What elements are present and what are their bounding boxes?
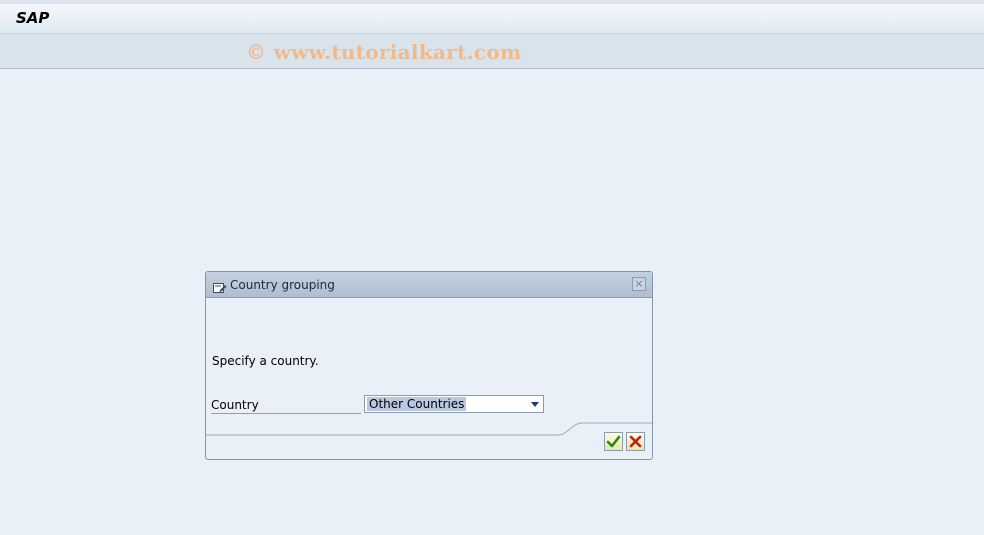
title-bar: SAP [0, 0, 984, 34]
chevron-down-icon[interactable] [531, 402, 539, 407]
country-select[interactable]: Other Countries [364, 395, 544, 413]
dialog-header[interactable]: Country grouping × [206, 272, 652, 298]
dialog-title: Country grouping [230, 278, 335, 292]
cancel-button[interactable] [626, 432, 645, 451]
cancel-x-icon [629, 435, 642, 448]
dialog-edit-icon [213, 279, 227, 293]
country-select-value: Other Countries [367, 397, 467, 411]
toolbar: © www.tutorialkart.com [0, 34, 984, 69]
close-icon[interactable]: × [632, 277, 646, 291]
country-label: Country [211, 398, 361, 414]
country-grouping-dialog: Country grouping × Specify a country. Co… [205, 271, 653, 460]
check-icon [606, 435, 621, 448]
app-title: SAP [16, 9, 50, 27]
watermark: © www.tutorialkart.com [246, 40, 522, 64]
dialog-message: Specify a country. [212, 354, 319, 368]
footer-divider [206, 422, 652, 436]
confirm-button[interactable] [604, 432, 623, 451]
